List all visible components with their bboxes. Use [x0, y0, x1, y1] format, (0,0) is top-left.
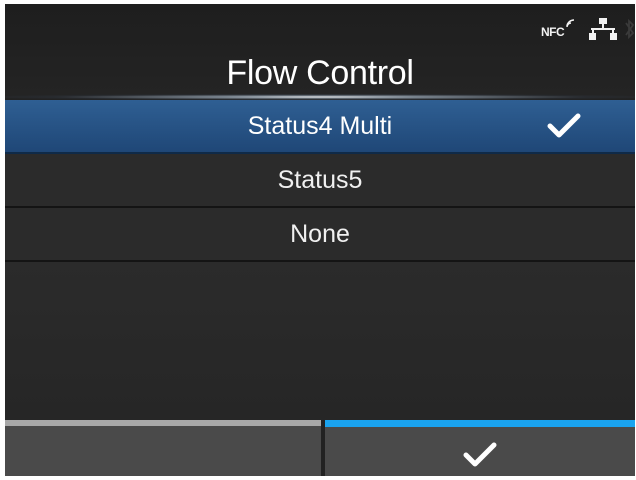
option-label: Status5	[277, 166, 363, 194]
confirm-softkey[interactable]	[325, 420, 635, 476]
selected-check-icon	[547, 113, 581, 138]
option-none[interactable]: None	[5, 208, 635, 262]
checkmark-icon	[463, 442, 497, 467]
printer-display: NFC Flow Control Status4 Multi Status5 N…	[5, 4, 635, 476]
nfc-icon: NFC	[541, 16, 581, 42]
option-status5[interactable]: Status5	[5, 154, 635, 208]
left-softkey[interactable]	[5, 420, 321, 476]
network-icon	[589, 17, 617, 41]
option-list: Status4 Multi Status5 None	[5, 100, 635, 262]
page-title: Flow Control	[226, 54, 414, 92]
list-empty-area	[5, 262, 635, 420]
nfc-label: NFC	[541, 25, 565, 39]
option-label: None	[290, 220, 350, 248]
option-label: Status4 Multi	[247, 112, 393, 140]
bluetooth-icon	[625, 16, 635, 42]
status-icons: NFC	[541, 12, 635, 46]
option-status4-multi[interactable]: Status4 Multi	[5, 100, 635, 154]
header: NFC Flow Control	[5, 4, 635, 100]
